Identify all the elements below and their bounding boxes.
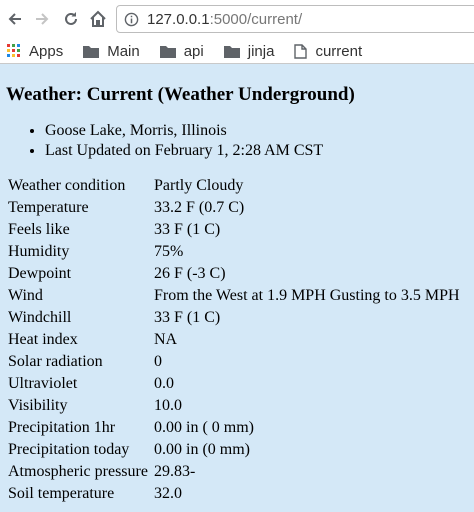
table-row: Precipitation today 0.00 in (0 mm) [8,439,460,461]
row-value: 75% [154,243,184,260]
row-label: Soil temperature [8,485,115,502]
row-value: 33.2 F (0.7 C) [154,199,245,216]
row-label: Precipitation 1hr [8,419,116,436]
row-label: Precipitation today [8,441,130,458]
table-row: Visibility 10.0 [8,395,460,417]
bookmark-label: jinja [247,42,275,60]
reload-icon [65,12,77,25]
row-label: Solar radiation [8,353,103,370]
table-row: Atmospheric pressure 29.83- [8,461,460,483]
browser-chrome: 127.0.0.1:5000/current/ Apps Main api ji… [0,0,474,64]
folder-icon [223,45,240,58]
row-value: 29.83- [154,463,196,480]
meta-list: Goose Lake, Morris, Illinois Last Update… [6,121,474,161]
table-row: Ultraviolet 0.0 [8,373,460,395]
row-label: Dewpoint [8,265,72,282]
bookmark-api[interactable]: api [159,42,204,60]
row-label: Feels like [8,221,70,238]
row-value: NA [154,331,178,348]
table-row: Temperature 33.2 F (0.7 C) [8,197,460,219]
row-value: 26 F (-3 C) [154,265,226,282]
weather-table: Weather condition Partly Cloudy Temperatu… [6,175,462,505]
page-title: Weather: Current (Weather Underground) [6,84,355,105]
table-row: Precipitation 1hr 0.00 in ( 0 mm) [8,417,460,439]
bookmark-current[interactable]: current [294,43,362,60]
updated-item: Last Updated on February 1, 2:28 AM CST [45,141,474,161]
row-value: 10.0 [154,397,182,414]
table-row: Windchill 33 F (1 C) [8,307,460,329]
url-path: :5000/current/ [209,10,303,28]
row-value: 0.0 [154,375,174,392]
back-arrow-icon [8,13,21,25]
page-icon [294,43,308,59]
url-host: 127.0.0.1 [147,10,210,28]
row-value: 0.00 in ( 0 mm) [154,419,254,436]
folder-icon [159,45,176,58]
row-label: Ultraviolet [8,375,78,392]
forward-arrow-icon [36,13,49,25]
page-content: Weather: Current (Weather Underground) G… [0,83,474,505]
row-value: From the West at 1.9 MPH Gusting to 3.5 … [154,287,460,304]
bookmark-apps[interactable]: Apps [7,43,63,60]
row-label: Atmospheric pressure [8,463,148,480]
home-icon [90,10,106,27]
home-button[interactable] [87,7,109,31]
row-value: 33 F (1 C) [154,221,221,238]
table-row: Weather condition Partly Cloudy [8,175,460,197]
row-value: 0.00 in (0 mm) [154,441,250,458]
table-row: Feels like 33 F (1 C) [8,219,460,241]
row-value: 33 F (1 C) [154,309,221,326]
row-value: 0 [154,353,162,370]
row-label: Temperature [8,199,89,216]
info-icon[interactable] [124,12,139,27]
location-item: Goose Lake, Morris, Illinois [45,121,474,141]
back-button[interactable] [4,7,26,31]
table-row: Heat index NA [8,329,460,351]
address-bar[interactable]: 127.0.0.1:5000/current/ [116,5,474,33]
bookmark-label: Apps [29,42,64,60]
apps-grid-icon [7,44,20,57]
forward-button[interactable] [31,7,53,31]
table-row: Soil temperature 32.0 [8,483,460,505]
bookmark-label: api [183,42,204,60]
browser-toolbar: 127.0.0.1:5000/current/ [0,0,474,38]
row-label: Windchill [8,309,72,326]
table-row: Humidity 75% [8,241,460,263]
table-row: Solar radiation 0 [8,351,460,373]
table-row: Wind From the West at 1.9 MPH Gusting to … [8,285,460,307]
reload-button[interactable] [60,7,82,31]
bookmark-main[interactable]: Main [83,43,140,60]
row-label: Humidity [8,243,70,260]
row-label: Weather condition [8,177,126,194]
row-value: Partly Cloudy [154,177,244,194]
folder-icon [83,45,100,58]
bookmark-label: current [315,42,363,60]
bookmark-jinja[interactable]: jinja [223,42,275,60]
row-label: Heat index [8,331,78,348]
row-label: Visibility [8,397,68,414]
row-label: Wind [8,287,43,304]
bookmark-label: Main [107,42,140,60]
bookmarks-bar: Apps Main api jinja current [0,38,474,64]
row-value: 32.0 [154,485,182,502]
table-row: Dewpoint 26 F (-3 C) [8,263,460,285]
